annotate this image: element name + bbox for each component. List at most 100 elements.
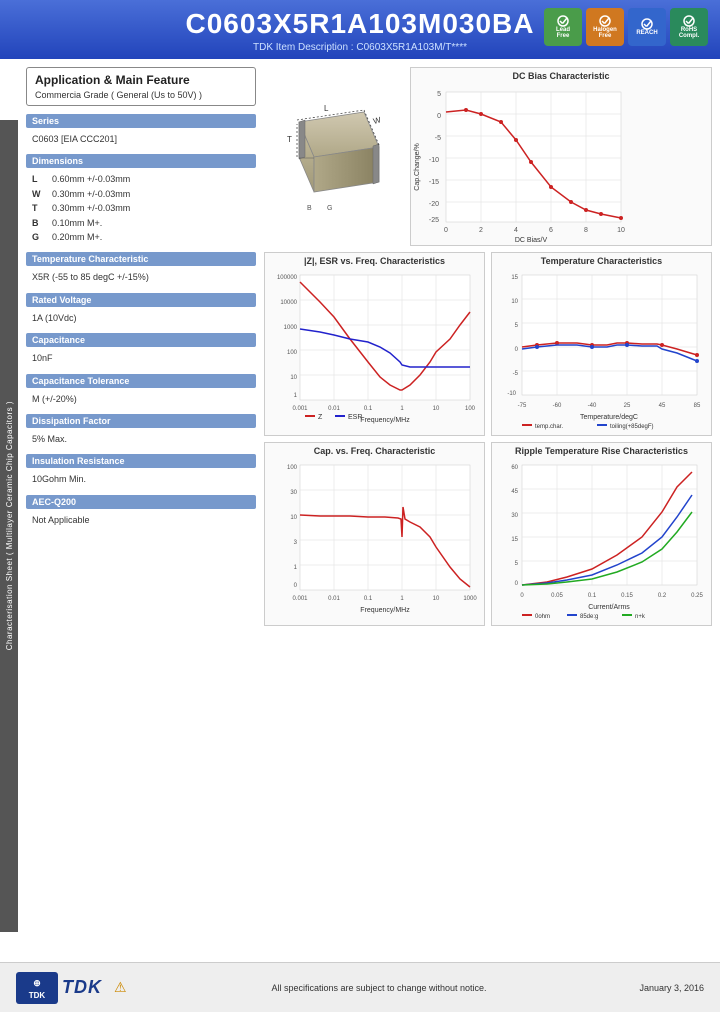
cap-tolerance-header: Capacitance Tolerance — [26, 374, 256, 388]
svg-text:100000: 100000 — [277, 275, 298, 281]
svg-text:45: 45 — [659, 403, 666, 409]
dim-B-label: B — [32, 216, 46, 230]
dim-B-value: 0.10mm M+. — [52, 216, 102, 230]
capacitance-value: 10nF — [26, 349, 256, 367]
svg-text:0.2: 0.2 — [658, 593, 667, 599]
ripple-temp-svg: 60 45 30 15 5 0 0 0.05 0.1 0.15 0.2 0.25… — [492, 457, 707, 622]
svg-text:G: G — [327, 205, 332, 212]
dissipation-value: 5% Max. — [26, 430, 256, 448]
svg-text:10: 10 — [511, 299, 518, 305]
capacitance-header: Capacitance — [26, 333, 256, 347]
aec-section: AEC-Q200 Not Applicable — [26, 495, 256, 529]
svg-text:1: 1 — [400, 406, 404, 412]
certification-badges: LeadFree HalogenFree REACH RoHSCompl. — [544, 8, 708, 46]
svg-text:0: 0 — [515, 347, 519, 353]
side-label: Characterisation Sheet ( Multilayer Cera… — [0, 120, 18, 932]
warning-section: ⚠ All specifications are subject to chan… — [114, 979, 627, 996]
tdk-logo-svg: ⊕ TDK — [16, 972, 58, 1004]
dim-L-label: L — [32, 172, 46, 186]
svg-text:0: 0 — [444, 227, 448, 234]
svg-text:Frequency/MHz: Frequency/MHz — [360, 417, 410, 424]
temp-char-header: Temperature Characteristic — [26, 252, 256, 266]
svg-text:45: 45 — [511, 489, 518, 495]
svg-text:15: 15 — [511, 537, 518, 543]
page-header: C0603X5R1A103M030BA TDK Item Description… — [0, 0, 720, 59]
rated-voltage-section: Rated Voltage 1A (10Vdc) — [26, 293, 256, 327]
bottom-charts-row: Cap. vs. Freq. Characteristic 10 0 30 — [264, 442, 712, 626]
svg-text:10: 10 — [290, 515, 297, 521]
svg-text:100: 100 — [287, 350, 298, 356]
dim-G-row: G 0.20mm M+. — [32, 230, 250, 244]
tdk-logo: ⊕ TDK TDK — [16, 972, 102, 1004]
svg-text:-60: -60 — [553, 403, 562, 409]
svg-text:0.1: 0.1 — [364, 406, 373, 412]
svg-text:0.1: 0.1 — [364, 596, 373, 602]
footer: ⊕ TDK TDK ⚠ All specifications are subje… — [0, 962, 720, 1012]
dim-L-row: L 0.60mm +/-0.03mm — [32, 172, 250, 186]
rohs-badge: RoHSCompl. — [670, 8, 708, 46]
dim-G-label: G — [32, 230, 46, 244]
svg-text:Cap.Change/%: Cap.Change/% — [414, 143, 421, 190]
top-row: W L T B G DC Bias Characteristic — [264, 67, 712, 246]
svg-text:Z: Z — [318, 414, 323, 421]
svg-text:100: 100 — [465, 406, 476, 412]
dim-T-row: T 0.30mm +/-0.03mm — [32, 201, 250, 215]
svg-text:Temperature/degC: Temperature/degC — [580, 414, 638, 421]
svg-text:85de:g: 85de:g — [580, 614, 598, 620]
dim-W-value: 0.30mm +/-0.03mm — [52, 187, 130, 201]
capacitor-illustration: W L T B G — [264, 67, 404, 246]
ripple-temp-chart: Ripple Temperature Rise Characteristics … — [491, 442, 712, 626]
svg-text:30: 30 — [290, 490, 297, 496]
aec-header: AEC-Q200 — [26, 495, 256, 509]
cap-tolerance-value: M (+/-20%) — [26, 390, 256, 408]
svg-text:0.25: 0.25 — [691, 593, 703, 599]
svg-text:0: 0 — [437, 113, 441, 120]
svg-text:TDK: TDK — [29, 991, 46, 1000]
svg-text:W: W — [372, 115, 382, 126]
svg-text:Frequency/MHz: Frequency/MHz — [360, 607, 410, 614]
svg-text:0: 0 — [515, 581, 519, 587]
ripple-temp-title: Ripple Temperature Rise Characteristics — [492, 443, 711, 457]
app-feature-title: Application & Main Feature — [35, 73, 247, 87]
svg-text:60: 60 — [511, 465, 518, 471]
cap-vs-freq-chart: Cap. vs. Freq. Characteristic 100 30 — [264, 442, 485, 626]
svg-text:n+k: n+k — [635, 614, 646, 620]
dc-bias-chart: DC Bias Characteristic 5 — [410, 67, 712, 246]
dim-L-value: 0.60mm +/-0.03mm — [52, 172, 130, 186]
svg-text:⊕: ⊕ — [33, 978, 41, 988]
cap-vs-freq-title: Cap. vs. Freq. Characteristic — [265, 443, 484, 457]
svg-text:L: L — [324, 104, 329, 113]
svg-text:-25: -25 — [429, 217, 439, 224]
app-feature-box: Application & Main Feature Commercia Gra… — [26, 67, 256, 106]
series-section: Series C0603 [EIA CCC201] — [26, 114, 256, 148]
halogen-free-badge: HalogenFree — [586, 8, 624, 46]
dim-W-label: W — [32, 187, 46, 201]
reach-badge: REACH — [628, 8, 666, 46]
svg-text:5: 5 — [515, 323, 519, 329]
app-feature-content: Commercia Grade ( General (Us to 50V) ) — [35, 90, 247, 100]
tdk-brand-name: TDK — [62, 977, 102, 998]
impedance-chart: |Z|, ESR vs. Freq. Characteristics 10000… — [264, 252, 485, 436]
dim-G-value: 0.20mm M+. — [52, 230, 102, 244]
main-content: Application & Main Feature Commercia Gra… — [18, 59, 720, 640]
svg-text:30: 30 — [511, 513, 518, 519]
dissipation-header: Dissipation Factor — [26, 414, 256, 428]
svg-text:-20: -20 — [429, 201, 439, 208]
svg-text:0.001: 0.001 — [292, 596, 308, 602]
dim-B-row: B 0.10mm M+. — [32, 216, 250, 230]
svg-text:toiling(+85degF): toiling(+85degF) — [610, 424, 654, 430]
svg-text:DC Bias/V: DC Bias/V — [515, 237, 548, 242]
middle-charts-row: |Z|, ESR vs. Freq. Characteristics 10000… — [264, 252, 712, 436]
svg-text:4: 4 — [514, 227, 518, 234]
svg-text:ESR: ESR — [348, 414, 362, 421]
svg-text:10: 10 — [433, 596, 440, 602]
svg-text:T: T — [287, 135, 292, 144]
svg-text:0.15: 0.15 — [621, 593, 633, 599]
warning-message: All specifications are subject to change… — [131, 983, 628, 993]
capacitance-section: Capacitance 10nF — [26, 333, 256, 367]
series-header: Series — [26, 114, 256, 128]
dissipation-section: Dissipation Factor 5% Max. — [26, 414, 256, 448]
temp-char-section: Temperature Characteristic X5R (-55 to 8… — [26, 252, 256, 286]
cap-tolerance-section: Capacitance Tolerance M (+/-20%) — [26, 374, 256, 408]
svg-text:6: 6 — [549, 227, 553, 234]
